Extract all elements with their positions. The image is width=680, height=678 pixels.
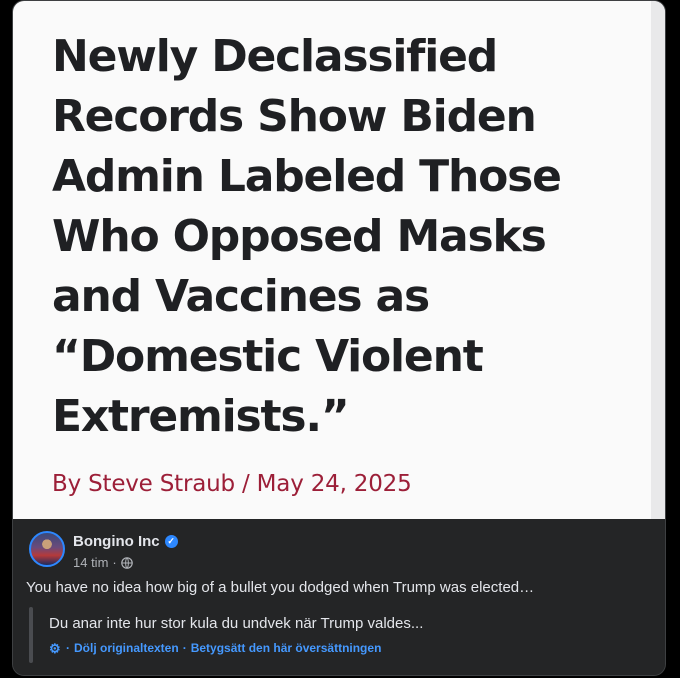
author-row: Bongino Inc ✓: [73, 533, 178, 550]
link-separator: ·: [182, 641, 187, 655]
post-meta: 14 tim ·: [73, 555, 133, 570]
article-headline: Newly Declassified Records Show Biden Ad…: [52, 31, 562, 442]
meta-separator: ·: [112, 555, 117, 570]
gear-icon[interactable]: ⚙: [49, 642, 62, 655]
globe-icon[interactable]: [120, 556, 133, 569]
rate-translation-link[interactable]: Betygsätt den här översättningen: [191, 641, 382, 655]
hide-original-link[interactable]: Dölj originaltexten: [74, 641, 179, 655]
post-text: You have no idea how big of a bullet you…: [26, 579, 535, 596]
post-card: Newly Declassified Records Show Biden Ad…: [12, 0, 666, 676]
author-name[interactable]: Bongino Inc: [73, 533, 160, 550]
image-edge: [651, 1, 665, 519]
article-image[interactable]: Newly Declassified Records Show Biden Ad…: [13, 1, 665, 519]
post-body: Bongino Inc ✓ 14 tim · You have no idea …: [13, 519, 665, 675]
article-byline: By Steve Straub / May 24, 2025: [52, 471, 412, 497]
translation-links: ⚙ · Dölj originaltexten · Betygsätt den …: [49, 641, 381, 655]
translated-text: Du anar inte hur stor kula du undvek när…: [49, 615, 424, 632]
link-separator: ·: [66, 641, 70, 655]
avatar[interactable]: [29, 531, 65, 567]
verified-badge-icon: ✓: [164, 535, 178, 548]
post-time[interactable]: 14 tim: [73, 555, 108, 570]
translation-quote-bar: [29, 607, 33, 663]
